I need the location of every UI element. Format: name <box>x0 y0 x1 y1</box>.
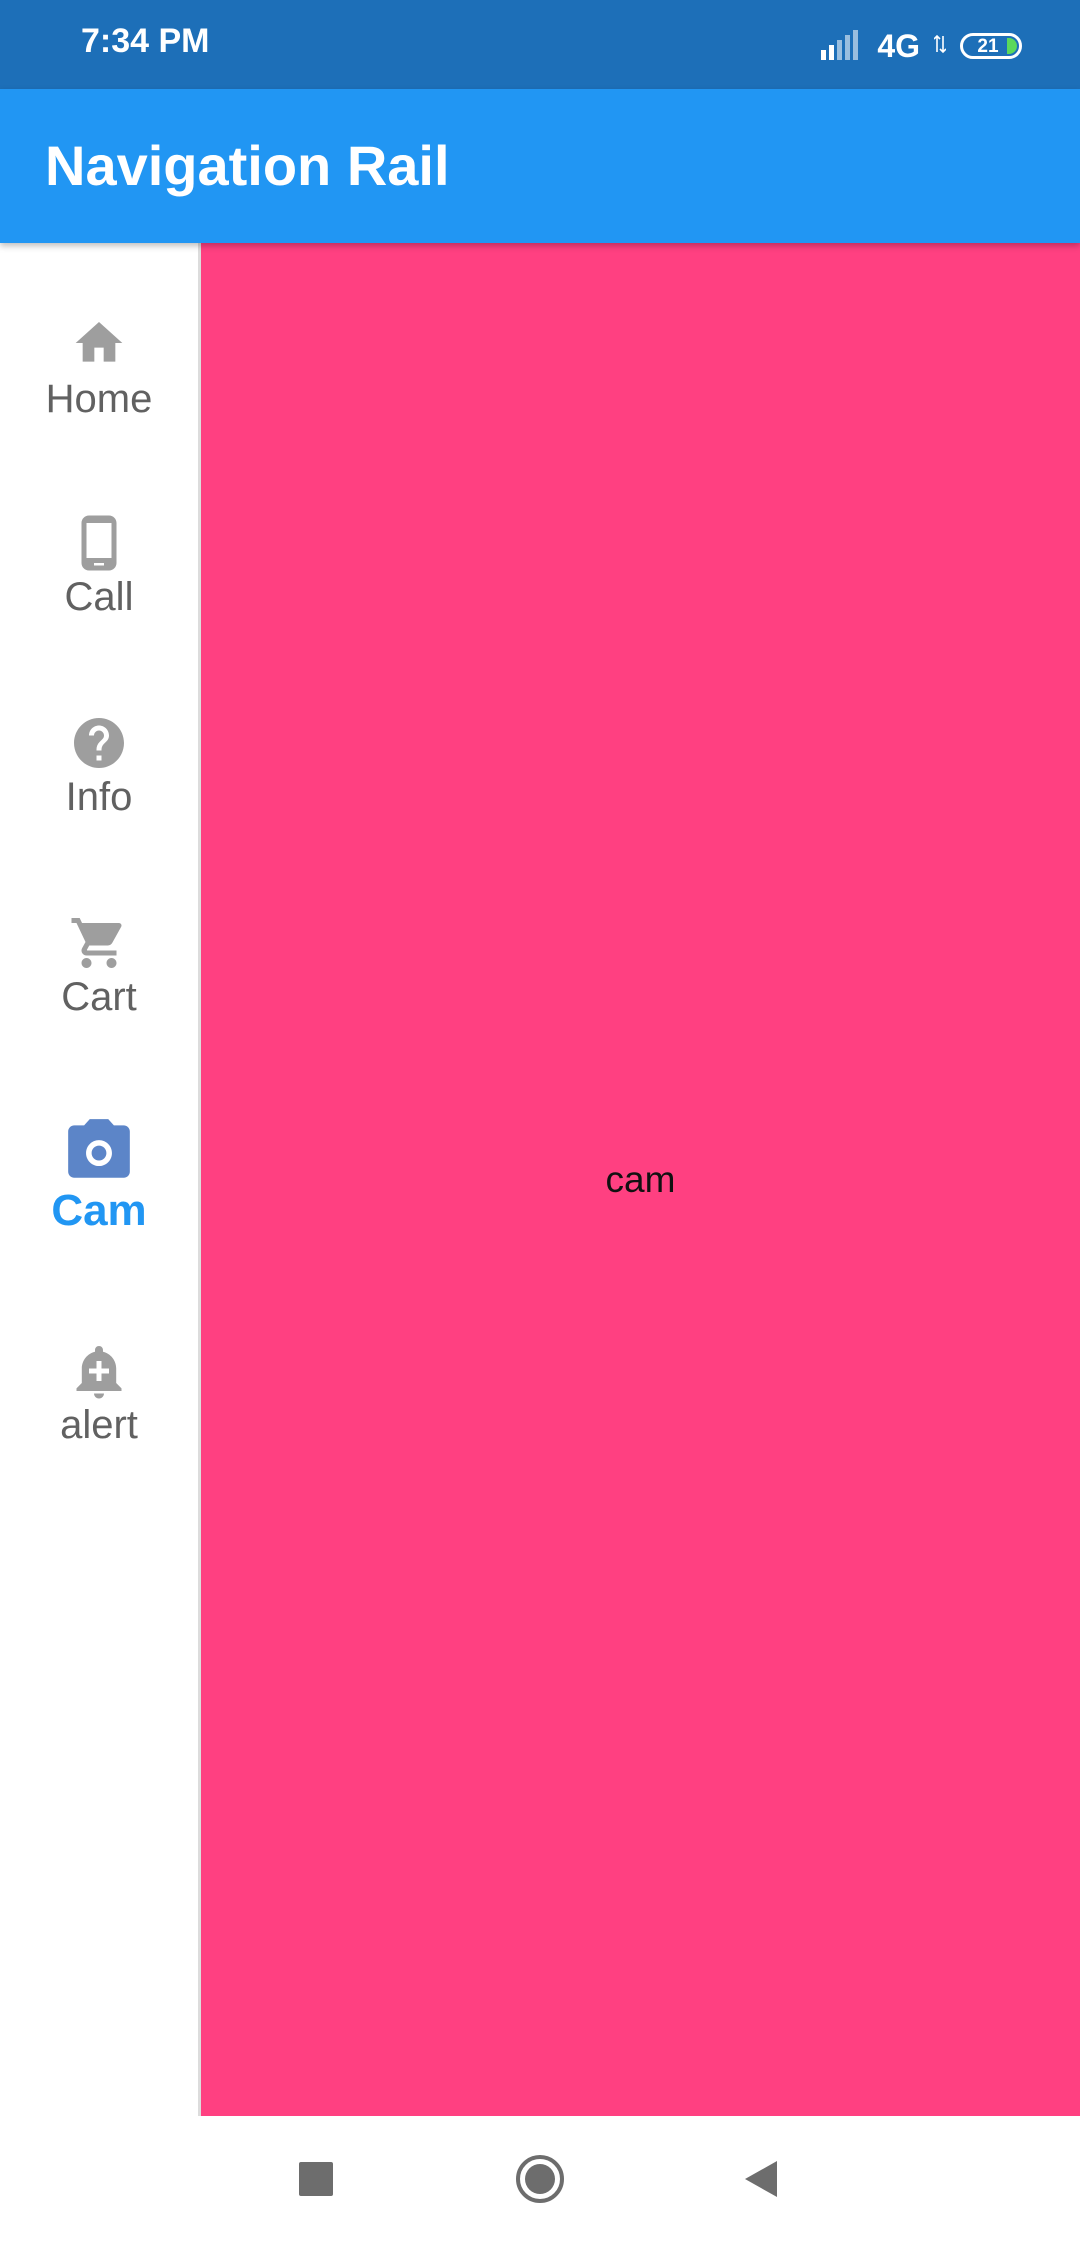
data-activity-icon <box>933 34 947 59</box>
rail-item-home[interactable]: Home <box>0 315 198 485</box>
status-time: 7:34 PM <box>81 22 210 60</box>
rail-divider <box>198 243 201 2116</box>
content-text: cam <box>605 1159 676 1200</box>
rail-item-label: Call <box>64 575 134 619</box>
signal-icon <box>821 28 863 65</box>
recents-button[interactable] <box>291 2156 341 2206</box>
battery-level <box>1007 38 1017 54</box>
rail-item-cam[interactable]: Cam <box>0 1115 198 1285</box>
phone-icon <box>69 513 129 573</box>
home-circle-icon <box>515 2154 565 2209</box>
help-icon <box>69 713 129 773</box>
status-bar: 7:34 PM 4G 21 <box>0 0 1080 89</box>
battery-icon: 21 <box>960 33 1022 59</box>
rail-item-info[interactable]: Info <box>0 713 198 883</box>
add-alert-icon <box>69 1341 129 1401</box>
rail-item-label: Info <box>65 775 133 819</box>
rail-item-label: Cart <box>61 975 137 1019</box>
back-icon <box>741 2159 781 2204</box>
home-nav-button[interactable] <box>515 2154 565 2209</box>
rail-item-label: Home <box>45 377 153 421</box>
page-title: Navigation Rail <box>45 134 450 197</box>
cart-icon <box>69 913 129 973</box>
camera-icon <box>62 1115 136 1185</box>
content-area: cam <box>201 243 1080 2116</box>
rail-item-label: alert <box>60 1403 138 1447</box>
system-nav-bar <box>0 2116 1080 2246</box>
home-icon <box>71 315 127 375</box>
status-icons: 4G 21 <box>821 26 1022 66</box>
app-bar: Navigation Rail <box>0 89 1080 243</box>
back-button[interactable] <box>736 2156 786 2206</box>
rail-item-alert[interactable]: alert <box>0 1341 198 1511</box>
navigation-rail: Home Call Info Cart Cam alert <box>0 243 198 2116</box>
rail-item-call[interactable]: Call <box>0 513 198 683</box>
screen: 7:34 PM 4G 21 Navigation Rail Home Call … <box>0 0 1080 2246</box>
battery-percent: 21 <box>977 35 999 57</box>
rail-item-cart[interactable]: Cart <box>0 913 198 1083</box>
rail-item-label: Cam <box>51 1186 147 1235</box>
network-type: 4G <box>877 28 920 64</box>
recents-icon <box>298 2161 334 2202</box>
